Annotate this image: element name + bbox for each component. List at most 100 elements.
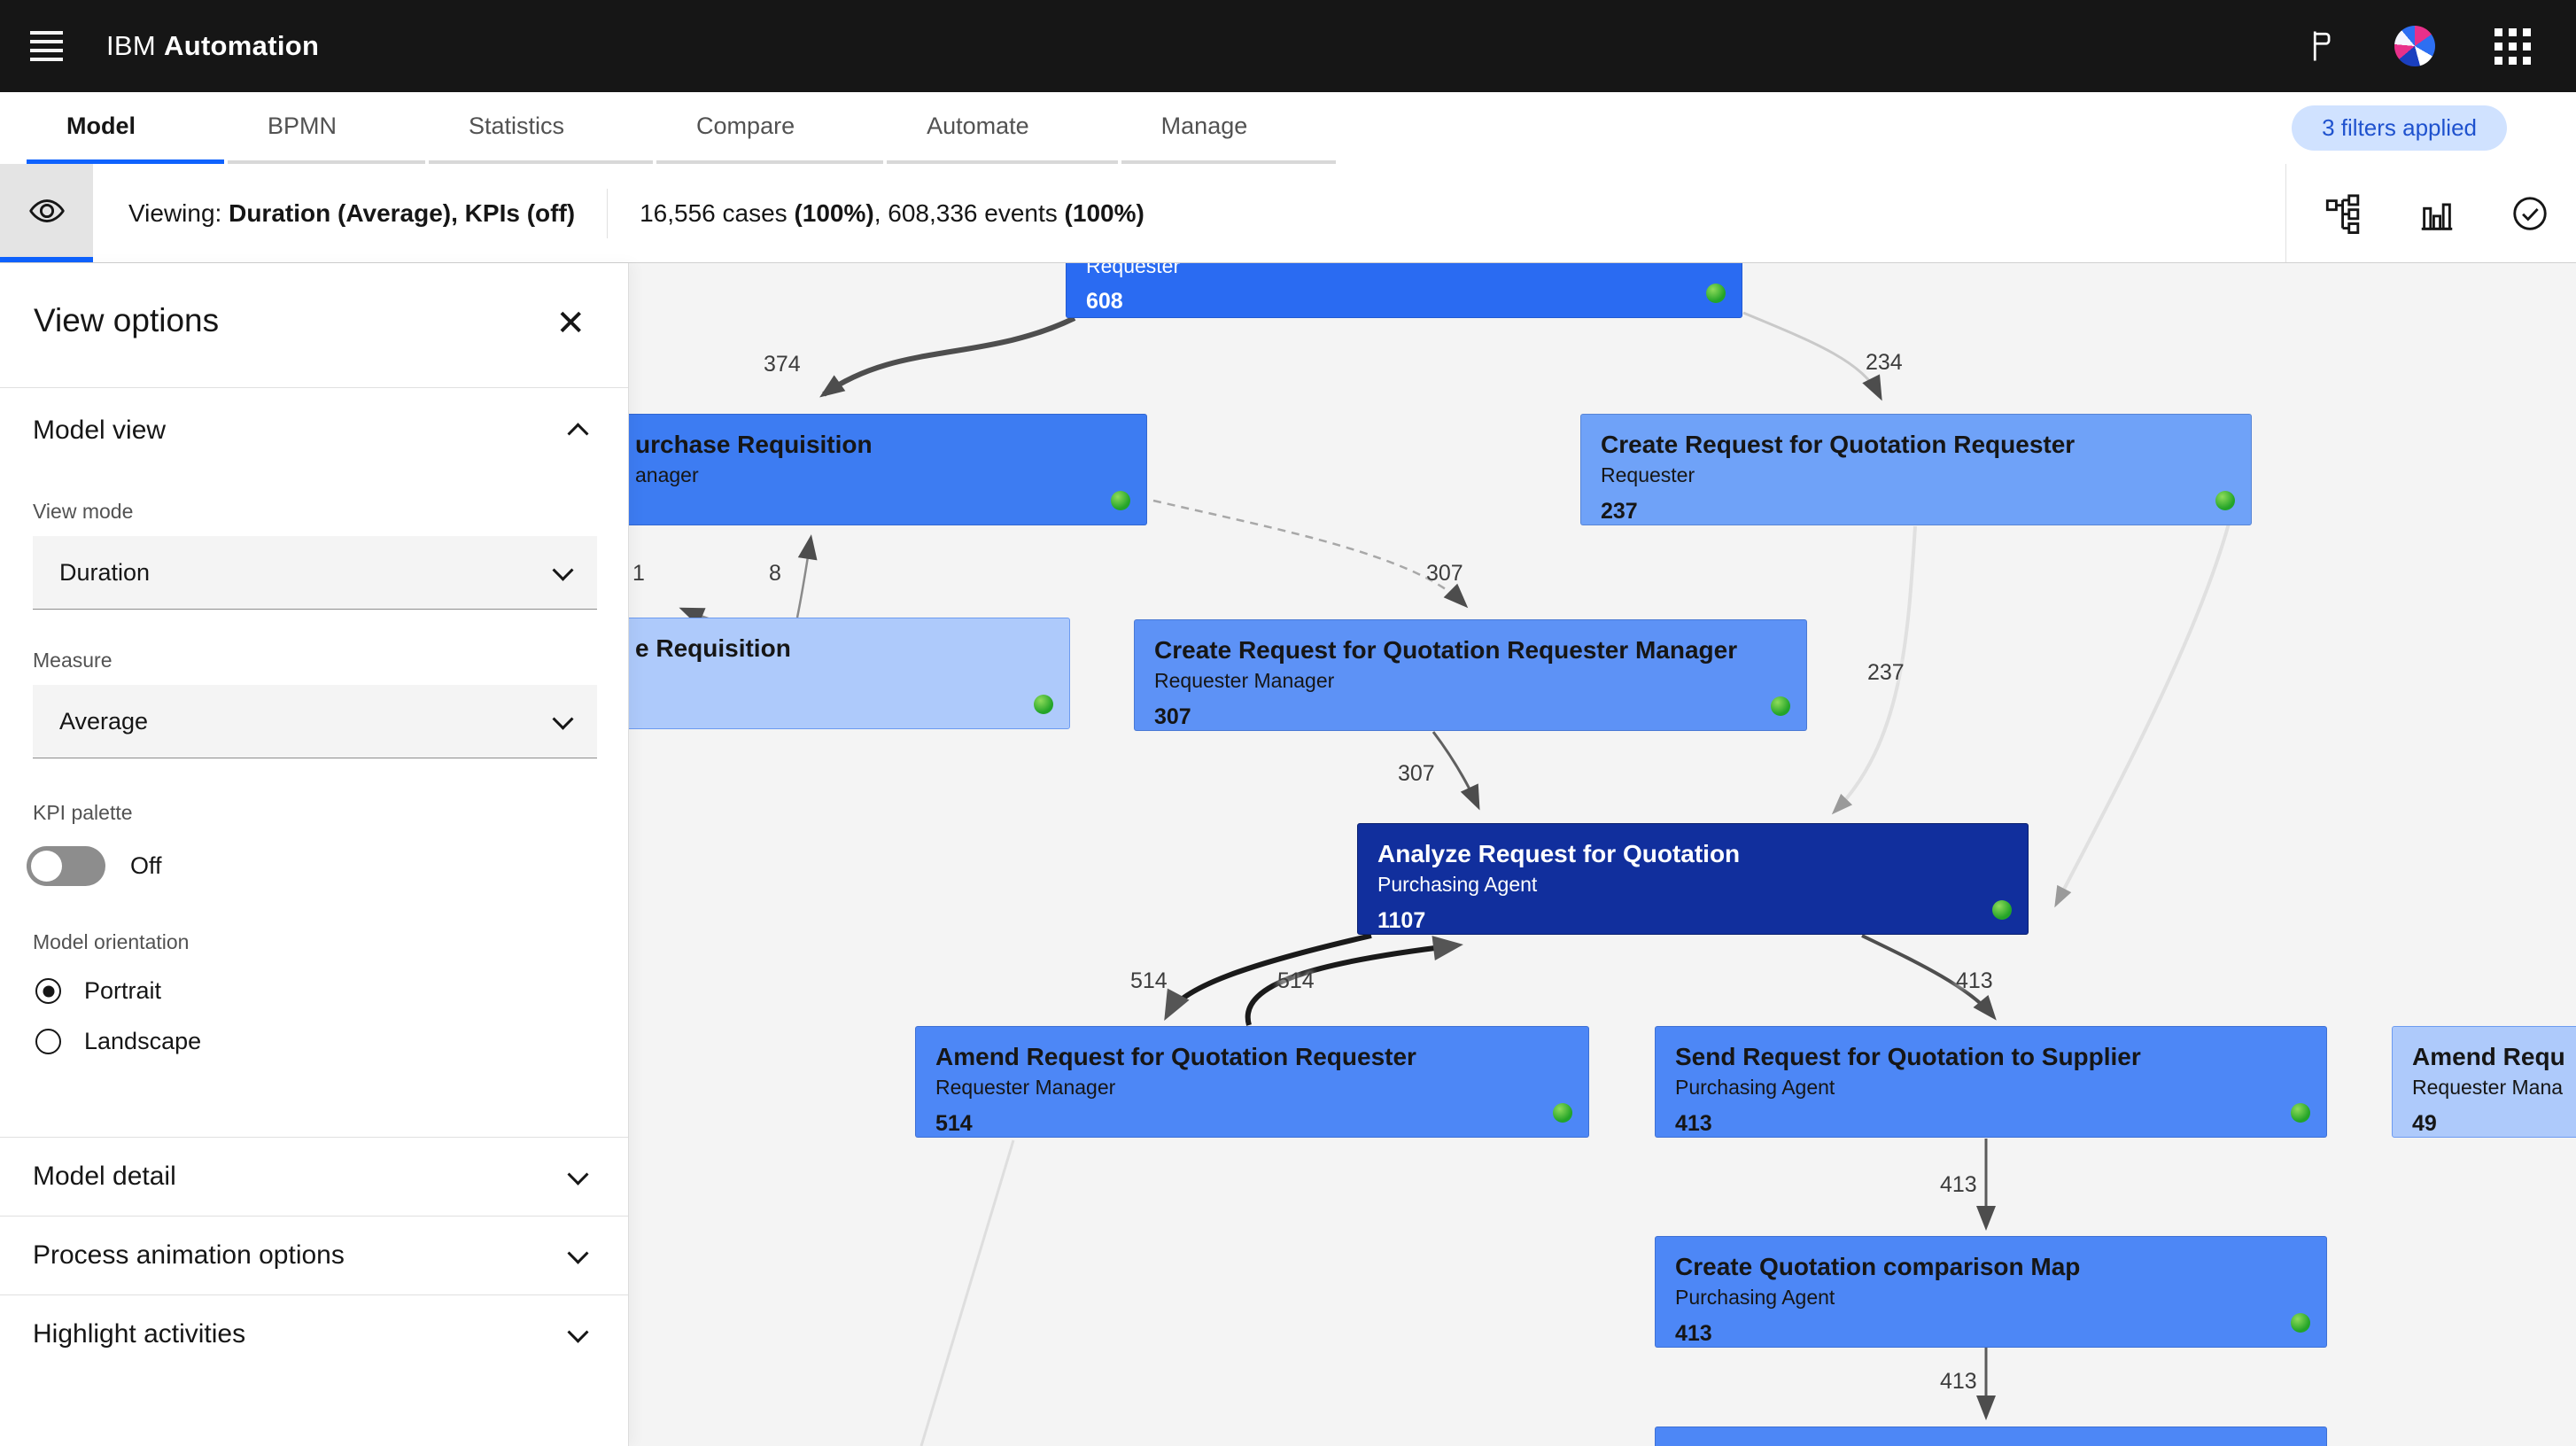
activity-node-amend-rfq-requester[interactable]: Amend Request for Quotation Requester Re… [915,1026,1589,1138]
section-model-detail[interactable]: Model detail [0,1138,628,1216]
radio-portrait[interactable]: Portrait [35,977,628,1005]
activity-node-create-rfq-requester-manager[interactable]: Create Request for Quotation Requester M… [1134,619,1807,731]
view-mode-select[interactable]: Duration [33,536,597,610]
node-title: e Requisition [635,634,1050,663]
tab-manage[interactable]: Manage [1121,92,1337,164]
view-options-button[interactable] [0,164,93,262]
tab-statistics[interactable]: Statistics [429,92,653,164]
tab-compare[interactable]: Compare [656,92,883,164]
node-title: Create Request for Quotation Requester [1601,431,2231,459]
process-tree-icon[interactable] [2297,164,2390,262]
tab-bpmn[interactable]: BPMN [228,92,425,164]
node-count: 307 [1154,704,1787,730]
edge-label: 413 [1940,1369,1977,1395]
node-count: 1107 [1377,908,2008,934]
top-header: IBM Automation [0,0,2576,92]
filters-applied-badge[interactable]: 3 filters applied [2292,105,2507,151]
section-process-animation-options[interactable]: Process animation options [0,1217,628,1294]
node-role: Requester Manager [1154,669,1787,693]
kpi-palette-label: KPI palette [33,801,628,825]
status-dot [1111,491,1130,510]
close-icon[interactable]: ✕ [547,302,594,345]
panel-title: View options [34,302,219,339]
viewing-bar: Viewing: Duration (Average), KPIs (off) … [0,164,2576,263]
radio-label: Portrait [84,977,161,1005]
edge-label: 307 [1426,561,1463,587]
measure-value: Average [59,708,148,735]
activity-node-amend-rfq-49[interactable]: Amend Requ Requester Mana 49 [2392,1026,2576,1138]
node-role: Requester [1601,463,2231,487]
viewing-bar-actions [2285,164,2576,262]
activity-node-partial-bottom[interactable] [1655,1427,2327,1446]
chevron-down-icon [567,1242,588,1263]
toggle-knob [31,851,62,882]
tab-list: Model BPMN Statistics Compare Automate M… [27,92,1339,164]
node-role: Purchasing Agent [1675,1286,2307,1310]
edge-label: 8 [769,561,781,587]
header-actions [2289,18,2576,74]
node-title: urchase Requisition [635,431,1127,459]
chevron-down-icon [567,1163,588,1185]
cases-percent: (100%) [794,199,873,227]
node-role: Requester Mana [2412,1076,2576,1100]
signpost-icon[interactable] [2289,18,2346,74]
actions-divider [2285,164,2286,262]
process-model-canvas[interactable]: Requester 608 urchase Requisition anager… [629,263,2576,1446]
brand-bold: Automation [164,30,319,61]
status-dot [1771,696,1790,716]
activity-node-requester-608[interactable]: Requester 608 [1066,263,1742,318]
node-title: Analyze Request for Quotation [1377,840,2008,868]
activity-node-send-rfq-supplier[interactable]: Send Request for Quotation to Supplier P… [1655,1026,2327,1138]
chevron-up-icon [567,423,588,444]
radio-label: Landscape [84,1028,201,1055]
node-count: 49 [2412,1111,2576,1137]
cases-count: 16,556 cases [640,199,794,227]
edge-label: 374 [764,352,801,377]
activity-node-create-quotation-map[interactable]: Create Quotation comparison Map Purchasi… [1655,1236,2327,1348]
node-role: Purchasing Agent [1377,873,2008,897]
section-model-view[interactable]: Model view [0,388,628,473]
status-dot [1553,1103,1572,1123]
radio-landscape[interactable]: Landscape [35,1028,628,1055]
check-circle-icon[interactable] [2483,164,2576,262]
activity-node-create-rfq-requester[interactable]: Create Request for Quotation Requester R… [1580,414,2252,525]
node-title: Send Request for Quotation to Supplier [1675,1043,2307,1071]
radio-button-icon [35,978,61,1004]
node-role: anager [635,463,1127,487]
chevron-down-icon [552,559,573,580]
tab-model[interactable]: Model [27,92,224,164]
tab-bar: Model BPMN Statistics Compare Automate M… [0,92,2576,164]
status-dot [2291,1313,2310,1333]
user-avatar[interactable] [2386,18,2443,74]
kpi-palette-toggle[interactable] [27,846,105,886]
events-percent: (100%) [1065,199,1144,227]
node-title: Amend Requ [2412,1043,2576,1071]
tab-automate[interactable]: Automate [887,92,1118,164]
section-highlight-activities[interactable]: Highlight activities [0,1295,628,1373]
view-options-panel: View options ✕ Model view View mode Dura… [0,263,629,1446]
node-count: 608 [1086,289,1722,315]
status-dot [2291,1103,2310,1123]
node-title: Create Quotation comparison Map [1675,1253,2307,1281]
status-dot [1706,284,1726,303]
activity-node-analyze-rfq[interactable]: Analyze Request for Quotation Purchasing… [1357,823,2029,935]
view-mode-value: Duration [59,559,150,587]
view-mode-label: View mode [33,500,628,524]
edge-label: 413 [1940,1172,1977,1198]
brand-prefix: IBM [106,30,156,61]
section-label: Process animation options [33,1240,345,1271]
edge-label: 514 [1277,968,1315,994]
model-orientation-label: Model orientation [33,930,628,954]
measure-select[interactable]: Average [33,685,597,758]
section-label: Model view [33,416,166,446]
app-switcher-icon[interactable] [2484,18,2541,74]
section-label: Model detail [33,1162,176,1192]
hamburger-menu-icon[interactable] [0,0,92,92]
activity-node-requisition[interactable]: e Requisition [629,618,1070,729]
bar-chart-icon[interactable] [2390,164,2483,262]
edge-label: 413 [1956,968,1993,994]
node-role: Requester [1086,263,1722,278]
activity-node-purchase-requisition[interactable]: urchase Requisition anager [629,414,1147,525]
viewing-label: Viewing: [128,199,221,227]
node-count: 413 [1675,1111,2307,1137]
